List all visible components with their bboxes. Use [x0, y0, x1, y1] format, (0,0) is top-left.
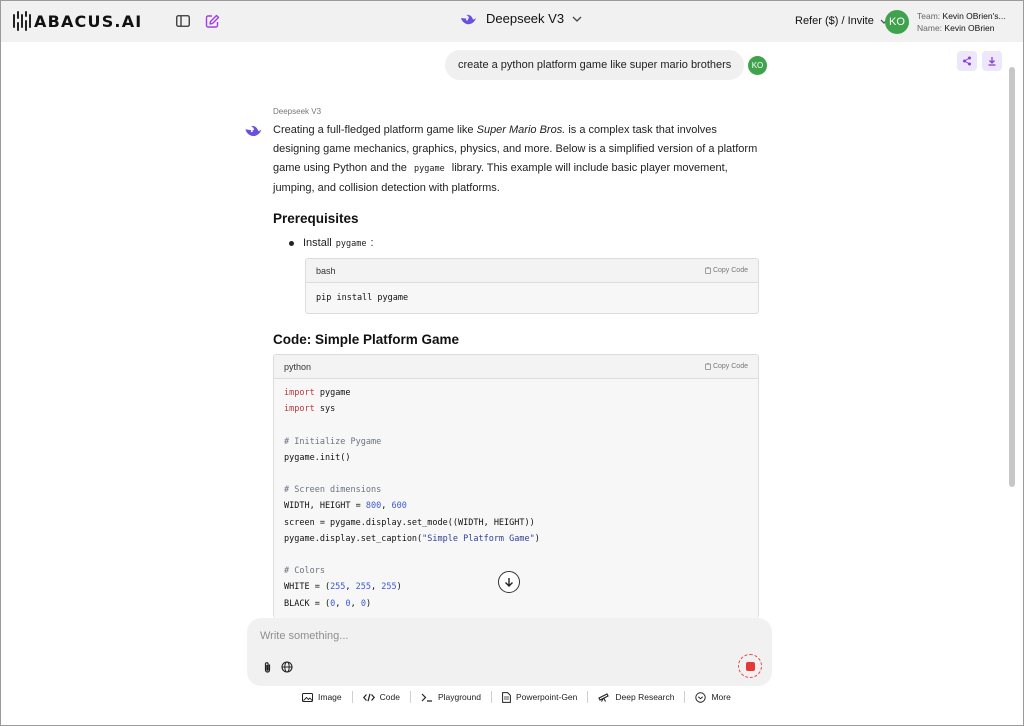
tool-bar: Image Code Playground Powerpoint-Gen Dee… — [302, 691, 741, 703]
app-window: ABACUS.AI Deepseek V3 Refer ($) / Invite… — [0, 0, 1024, 726]
chevron-down-icon — [572, 16, 582, 22]
response-model-name: Deepseek V3 — [273, 107, 322, 116]
team-label: Team: — [917, 11, 941, 21]
code-block-header: python Copy Code — [274, 355, 758, 379]
inline-code: pygame — [335, 239, 367, 249]
share-icon — [963, 56, 971, 66]
user-avatar[interactable]: KO — [885, 10, 909, 34]
tool-code[interactable]: Code — [353, 691, 411, 703]
sidebar-toggle-icon[interactable] — [174, 12, 192, 30]
user-message: create a python platform game like super… — [445, 50, 745, 80]
deepseek-whale-icon — [461, 14, 476, 24]
bash-code-block: bash Copy Code pip install pygame — [305, 258, 759, 314]
code-icon — [362, 693, 375, 701]
message-composer — [247, 618, 772, 686]
abacus-logo-icon — [12, 11, 31, 31]
list-item: Install pygame: — [289, 237, 374, 249]
top-bar: ABACUS.AI Deepseek V3 Refer ($) / Invite… — [1, 1, 1023, 42]
copy-code-button[interactable]: Copy Code — [705, 363, 748, 370]
tool-image[interactable]: Image — [302, 691, 353, 703]
download-icon — [988, 57, 996, 66]
model-name-label: Deepseek V3 — [486, 11, 565, 26]
user-message-avatar: KO — [748, 56, 767, 75]
share-button[interactable] — [957, 51, 977, 71]
clipboard-icon — [705, 363, 711, 370]
response-intro: Creating a full-fledged platform game li… — [273, 124, 758, 194]
document-icon — [502, 691, 511, 703]
copy-code-button[interactable]: Copy Code — [705, 267, 748, 274]
refer-invite-menu[interactable]: Refer ($) / Invite — [795, 15, 888, 27]
prerequisites-heading: Prerequisites — [273, 211, 359, 226]
team-value: Kevin OBrien's... — [942, 11, 1006, 21]
account-info[interactable]: Team: Kevin OBrien's... Name: Kevin OBri… — [917, 10, 1006, 34]
image-icon — [302, 692, 313, 702]
name-value: Kevin OBrien — [944, 23, 995, 33]
tool-powerpoint-gen[interactable]: Powerpoint-Gen — [492, 691, 589, 703]
abacus-logo[interactable]: ABACUS.AI — [12, 11, 142, 31]
download-button[interactable] — [982, 51, 1002, 71]
code-content: pip install pygame — [316, 293, 409, 303]
scroll-to-bottom-button[interactable] — [498, 571, 520, 593]
terminal-icon — [421, 693, 432, 702]
new-chat-icon[interactable] — [203, 12, 221, 30]
message-input[interactable] — [260, 630, 740, 642]
clipboard-icon — [705, 267, 711, 274]
globe-icon[interactable] — [280, 660, 294, 674]
stop-icon — [745, 661, 755, 671]
code-language: python — [284, 361, 312, 372]
deepseek-whale-icon — [245, 125, 262, 137]
code-heading: Code: Simple Platform Game — [273, 332, 460, 347]
code-language: bash — [316, 265, 336, 276]
chevron-circle-icon — [695, 691, 707, 703]
tool-playground[interactable]: Playground — [411, 691, 492, 703]
inline-code: pygame — [413, 164, 445, 174]
tool-deep-research[interactable]: Deep Research — [588, 691, 686, 703]
model-selector[interactable]: Deepseek V3 — [460, 11, 582, 26]
name-label: Name: — [917, 23, 943, 33]
refer-label: Refer ($) / Invite — [795, 15, 874, 27]
tool-more[interactable]: More — [685, 691, 740, 703]
arrow-down-icon — [505, 577, 513, 587]
attach-icon[interactable] — [260, 660, 274, 674]
logo-text: ABACUS.AI — [34, 11, 143, 31]
scrollbar[interactable] — [1009, 67, 1015, 487]
stop-generation-button[interactable] — [738, 654, 762, 678]
code-block-header: bash Copy Code — [306, 259, 758, 283]
telescope-icon — [598, 693, 610, 702]
